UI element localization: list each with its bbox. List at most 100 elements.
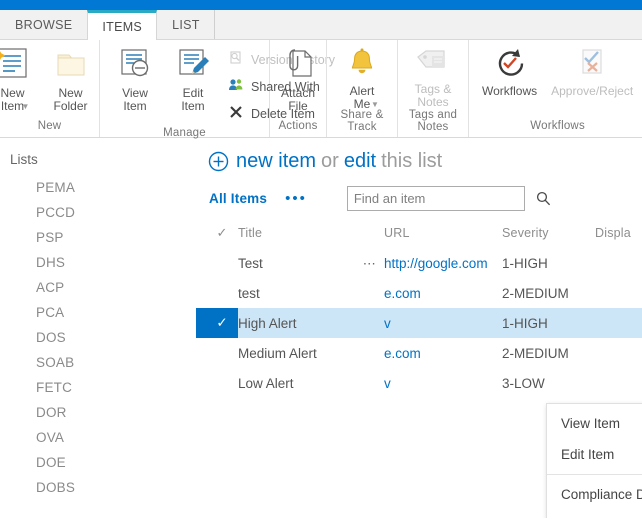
ribbon-group-new: New Item ▼ New Folder New	[0, 40, 100, 137]
ribbon-group-workflows: Workflows Approve/Reject Workflows	[469, 40, 642, 137]
row-severity: 3-LOW	[502, 375, 545, 391]
sidebar-item-acp[interactable]: ACP	[0, 275, 196, 300]
column-header-severity[interactable]: Severity	[502, 221, 595, 248]
current-view-all-items[interactable]: All Items	[209, 191, 267, 206]
alert-me-dropdown-arrow[interactable]: ▼	[371, 100, 379, 109]
table-row[interactable]: ✓ Medium Alert e.com 2-MEDIUM	[196, 338, 642, 368]
new-folder-button[interactable]: New Folder	[42, 44, 100, 113]
search-box[interactable]	[346, 186, 550, 211]
ribbon-group-workflows-label: Workflows	[530, 120, 585, 132]
context-menu-view-item[interactable]: View Item	[547, 408, 642, 439]
row-url-link[interactable]: v	[384, 316, 391, 331]
edit-item-button[interactable]: Edit Item	[164, 44, 222, 113]
new-item-or-text: or	[321, 150, 339, 172]
row-ellipsis-menu[interactable]	[356, 308, 384, 338]
table-row[interactable]: ✓ High Alert v 1-HIGH	[196, 308, 642, 338]
tags-and-notes-label: Tags & Notes	[414, 82, 452, 109]
row-display	[595, 368, 642, 398]
context-menu-compliance-details[interactable]: Compliance Details	[547, 479, 642, 510]
new-item-link[interactable]: new item	[236, 150, 316, 173]
view-item-button[interactable]: View Item	[106, 44, 164, 113]
sidebar-item-psp[interactable]: PSP	[0, 225, 196, 250]
item-context-menu: View Item Edit Item Compliance Details W…	[546, 403, 642, 518]
sidebar-item-pccd[interactable]: PCCD	[0, 200, 196, 225]
column-header-display[interactable]: Displa	[595, 221, 642, 248]
approve-reject-label: Approve/Reject	[551, 84, 634, 98]
attach-file-button[interactable]: Attach File	[269, 44, 327, 113]
row-checkbox[interactable]: ✓	[196, 338, 238, 368]
row-checkbox[interactable]: ✓	[196, 278, 238, 308]
context-menu-edit-item[interactable]: Edit Item	[547, 439, 642, 470]
alert-me-button[interactable]: Alert Me ▼	[333, 44, 391, 111]
ribbon-tab-strip: BROWSE ITEMS LIST	[0, 10, 642, 40]
new-item-dropdown-arrow[interactable]: ▼	[22, 102, 30, 111]
sidebar-item-dhs[interactable]: DHS	[0, 250, 196, 275]
tab-items[interactable]: ITEMS	[87, 10, 158, 40]
row-ellipsis-menu[interactable]	[356, 278, 384, 308]
approve-reject-button[interactable]: Approve/Reject	[544, 44, 640, 98]
new-folder-label: New Folder	[53, 86, 88, 113]
ellipsis-icon[interactable]: ⋯	[363, 257, 378, 270]
row-url-link[interactable]: v	[384, 376, 391, 391]
sidebar-item-fetc[interactable]: FETC	[0, 375, 196, 400]
sidebar-item-pema[interactable]: PEMA	[0, 175, 196, 200]
tags-and-notes-button[interactable]: Tags & Notes	[404, 44, 462, 109]
row-ellipsis-menu[interactable]	[356, 368, 384, 398]
workflows-icon	[493, 47, 527, 82]
context-menu-workflows[interactable]: Workflows	[547, 510, 642, 518]
ribbon-group-actions-label: Actions	[278, 120, 318, 132]
search-input[interactable]	[347, 191, 536, 206]
column-header-url[interactable]: URL	[384, 221, 502, 248]
table-row[interactable]: ✓ Test ⋯ http://google.com 1-HIGH	[196, 248, 642, 278]
row-severity: 1-HIGH	[502, 308, 595, 338]
alert-me-icon	[345, 47, 379, 82]
row-url-link[interactable]: http://google.com	[384, 256, 488, 271]
row-url: v	[384, 368, 502, 398]
row-ellipsis-menu[interactable]	[356, 338, 384, 368]
row-checkbox[interactable]: ✓	[196, 308, 238, 338]
row-ellipsis-menu[interactable]: ⋯	[356, 248, 384, 278]
new-item-button[interactable]: New Item ▼	[0, 44, 42, 113]
tab-browse[interactable]: BROWSE	[0, 10, 87, 39]
sidebar-item-ova[interactable]: OVA	[0, 425, 196, 450]
row-display	[595, 248, 642, 278]
row-url: v	[384, 308, 502, 338]
ribbon-group-tags-notes: Tags & Notes Tags and Notes	[398, 40, 469, 137]
tab-list[interactable]: LIST	[157, 10, 215, 39]
sidebar-item-dor[interactable]: DOR	[0, 400, 196, 425]
row-url: e.com	[384, 338, 502, 368]
view-item-label: View Item	[122, 86, 148, 113]
delete-item-icon	[228, 104, 244, 123]
row-title: Low Alert	[238, 375, 294, 391]
sidebar-item-dos[interactable]: DOS	[0, 325, 196, 350]
row-url: http://google.com	[384, 248, 502, 278]
sidebar-heading-lists: Lists	[10, 152, 38, 167]
version-history-icon	[228, 50, 244, 69]
table-header-row: ✓ Title URL Severity Displa	[196, 221, 642, 248]
table-row[interactable]: ✓ Low Alert v 3-LOW	[196, 368, 642, 398]
row-checkbox[interactable]: ✓	[196, 368, 238, 398]
edit-this-list-link[interactable]: edit	[344, 150, 376, 173]
workflows-button[interactable]: Workflows	[475, 44, 544, 98]
view-item-icon	[118, 47, 152, 84]
sidebar-item-doe[interactable]: DOE	[0, 450, 196, 475]
row-display	[595, 308, 642, 338]
column-header-title[interactable]: Title	[238, 221, 356, 248]
row-url-link[interactable]: e.com	[384, 346, 421, 361]
row-title: Medium Alert	[238, 345, 317, 361]
sidebar-item-soab[interactable]: SOAB	[0, 350, 196, 375]
table-row[interactable]: ✓ test e.com 2-MEDIUM	[196, 278, 642, 308]
sidebar-item-dobs[interactable]: DOBS	[0, 475, 196, 500]
view-options-ellipsis-icon[interactable]: •••	[285, 191, 307, 206]
tags-notes-icon	[415, 47, 451, 80]
row-url-link[interactable]: e.com	[384, 286, 421, 301]
approve-reject-icon	[575, 47, 609, 82]
row-severity: 2-MEDIUM	[502, 345, 569, 361]
items-table: ✓ Title URL Severity Displa ✓ Test ⋯ htt…	[196, 221, 642, 398]
column-header-select-all[interactable]: ✓	[196, 221, 238, 248]
suite-bar	[0, 0, 642, 10]
search-icon[interactable]	[536, 191, 558, 206]
row-severity: 2-MEDIUM	[502, 285, 569, 301]
row-checkbox[interactable]: ✓	[196, 248, 238, 278]
sidebar-item-pca[interactable]: PCA	[0, 300, 196, 325]
